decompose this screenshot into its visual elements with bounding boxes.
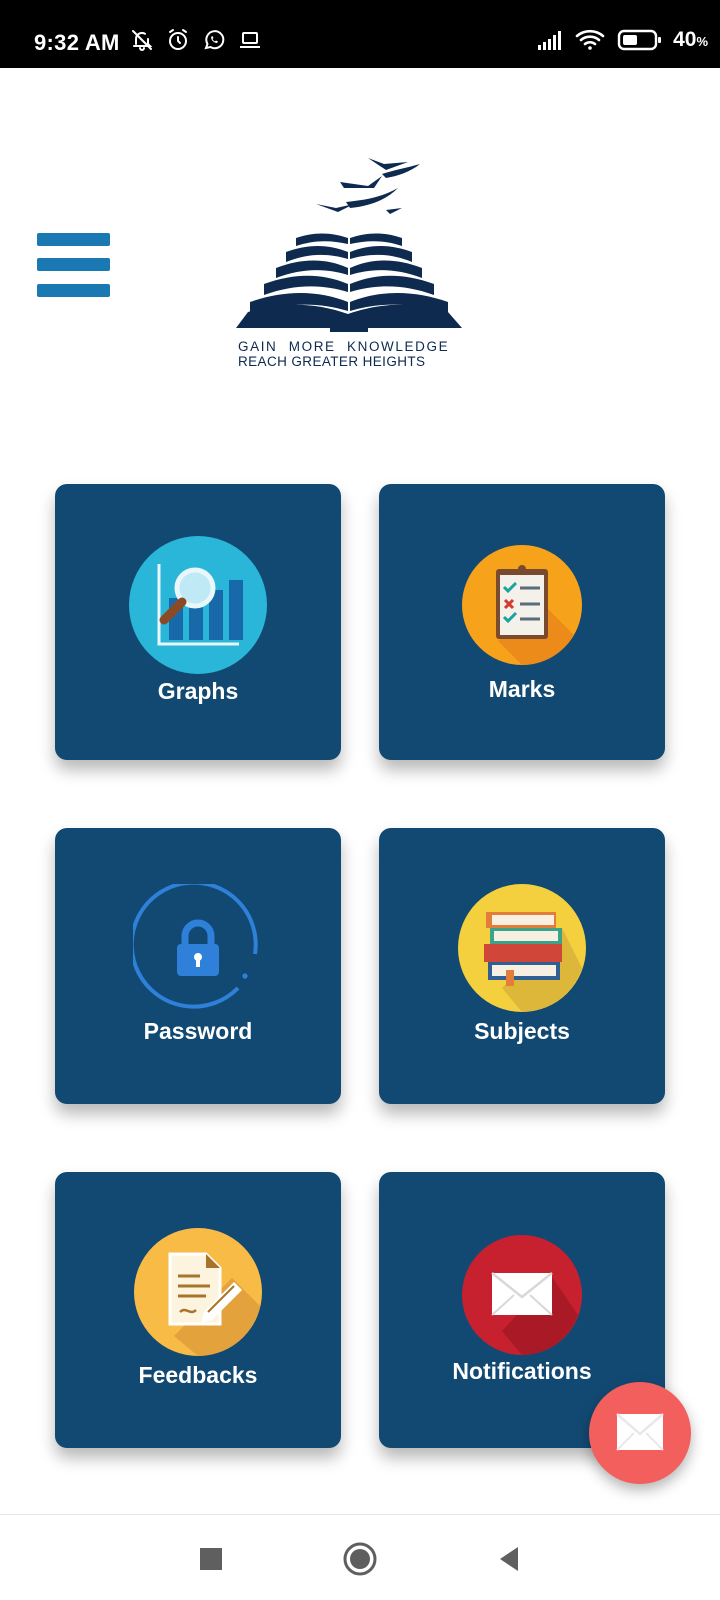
laptop-icon — [240, 32, 260, 48]
home-circle-icon[interactable] — [338, 1537, 382, 1581]
status-time: 9:32 AM — [34, 30, 120, 55]
subjects-label: Subjects — [474, 1018, 570, 1044]
bell-off-icon — [132, 30, 153, 51]
marks-tile[interactable]: Marks — [379, 484, 665, 760]
notification-icons — [130, 28, 262, 52]
password-tile[interactable]: Password — [55, 828, 341, 1104]
signal-icon — [538, 31, 562, 50]
subjects-tile[interactable]: Subjects — [379, 828, 665, 1104]
system-icons: 40% — [537, 28, 708, 52]
hamburger-menu-icon[interactable] — [37, 233, 110, 297]
system-navigation-bar — [0, 1514, 720, 1600]
mail-icon — [616, 1413, 664, 1451]
battery-icon — [617, 29, 662, 51]
compose-mail-fab[interactable] — [589, 1382, 691, 1484]
checklist-icon — [462, 545, 582, 665]
feedbacks-label: Feedbacks — [138, 1362, 258, 1388]
home-screen: 9:32 AM 40% GAIN MORE KNOWLEDGE REACH GR… — [0, 0, 720, 1600]
notifications-label: Notifications — [452, 1358, 592, 1384]
graphs-label: Graphs — [157, 678, 239, 704]
marks-label: Marks — [488, 676, 556, 702]
lock-icon — [133, 884, 258, 1009]
feedback-form-icon — [134, 1228, 262, 1356]
back-triangle-icon[interactable] — [487, 1537, 531, 1581]
logo-tagline-2: REACH GREATER HEIGHTS — [238, 354, 426, 369]
recents-square-icon[interactable] — [189, 1537, 233, 1581]
feedbacks-tile[interactable]: Feedbacks — [55, 1172, 341, 1448]
status-bar: 9:32 AM 40% — [0, 0, 720, 68]
whatsapp-icon — [204, 30, 225, 50]
alarm-icon — [169, 29, 187, 50]
password-label: Password — [143, 1018, 253, 1044]
books-icon — [458, 884, 586, 1012]
envelope-icon — [462, 1235, 582, 1355]
wifi-icon — [575, 29, 605, 50]
graph-magnifier-icon — [129, 536, 267, 674]
graphs-tile[interactable]: Graphs — [55, 484, 341, 760]
logo-tagline-1: GAIN MORE KNOWLEDGE — [238, 339, 450, 354]
battery-percentage: 40% — [673, 28, 708, 51]
